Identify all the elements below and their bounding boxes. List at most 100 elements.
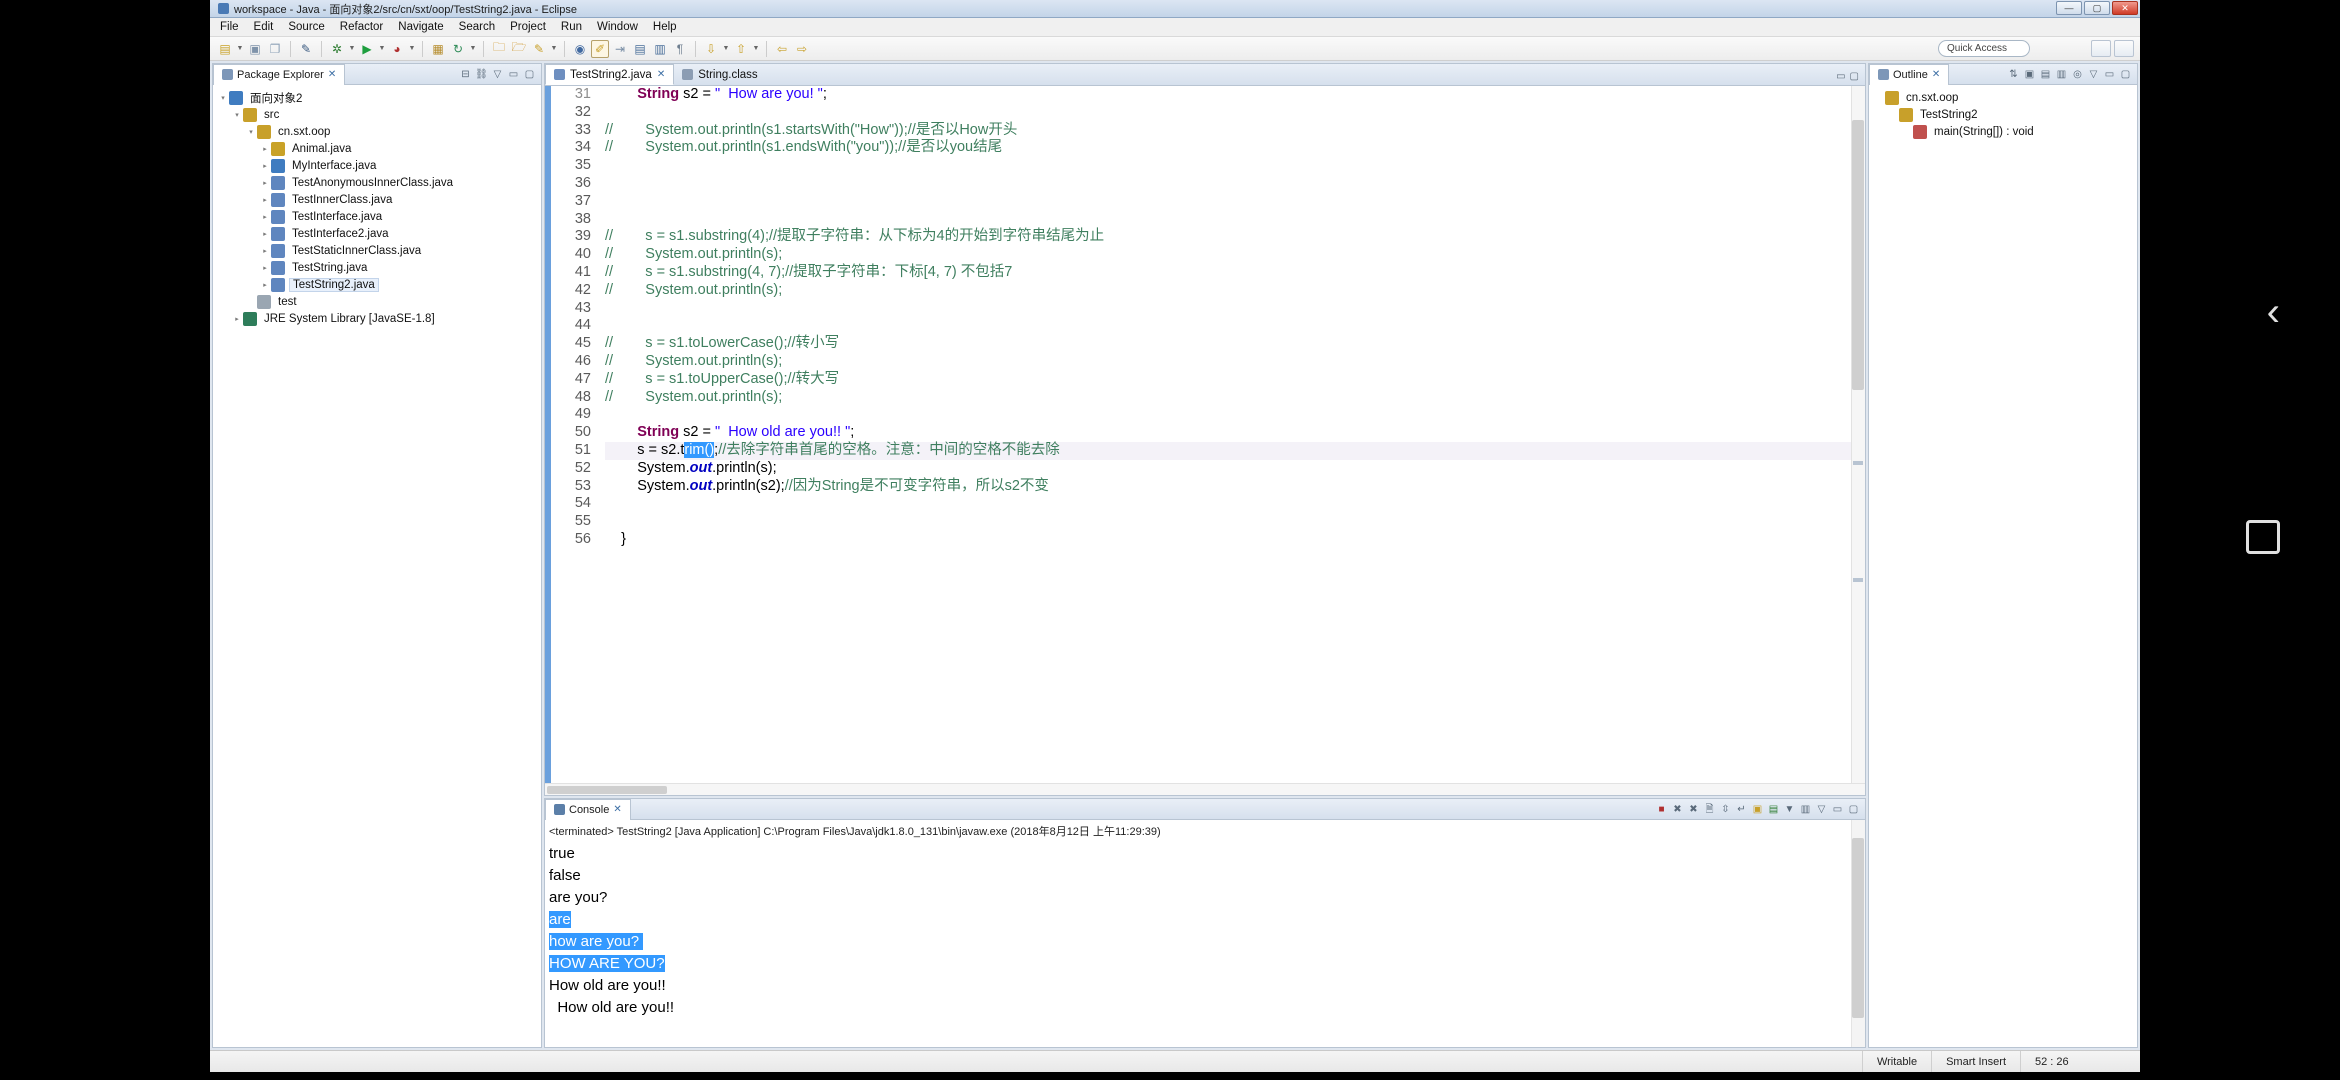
minimize-icon[interactable]: ▭ xyxy=(2103,68,2116,81)
menu-file[interactable]: File xyxy=(220,21,239,33)
console-body[interactable]: <terminated> TestString2 [Java Applicati… xyxy=(545,820,1865,1047)
chevron-down-icon[interactable]: ▾ xyxy=(245,128,257,136)
menu-search[interactable]: Search xyxy=(459,21,495,33)
search-dropdown-icon[interactable]: ▼ xyxy=(550,45,558,52)
next-edit-icon[interactable]: ⇩ xyxy=(702,40,720,58)
open-folder-icon[interactable]: 🗀 xyxy=(490,40,508,58)
menu-run[interactable]: Run xyxy=(561,21,582,33)
editor-toolbar[interactable]: ▭ ▢ xyxy=(1836,71,1865,85)
window-controls[interactable]: — ▢ ✕ xyxy=(2056,1,2138,15)
scrollbar-thumb[interactable] xyxy=(547,786,667,794)
close-icon[interactable]: ✕ xyxy=(613,804,621,815)
remove-launch-icon[interactable]: ✖ xyxy=(1671,803,1684,816)
package-explorer-toolbar[interactable]: ⊟ ⛓ ▽ ▭ ▢ xyxy=(459,68,541,81)
chevron-right-icon[interactable]: ▸ xyxy=(259,196,271,204)
editor-tabbar[interactable]: TestString2.java ✕ String.class ▭ ▢ xyxy=(545,64,1865,86)
code-line[interactable] xyxy=(605,175,1865,193)
overview-marker[interactable] xyxy=(1853,461,1863,465)
editor-tab-stringclass[interactable]: String.class xyxy=(674,64,765,85)
code-line[interactable] xyxy=(605,211,1865,229)
recent-apps-icon[interactable] xyxy=(2246,520,2280,554)
tree-item-jre-system-library-javase-1-8[interactable]: ▸JRE System Library [JavaSE-1.8] xyxy=(217,310,541,327)
hide-static-icon[interactable]: ▤ xyxy=(2039,68,2052,81)
code-line[interactable] xyxy=(605,406,1865,424)
chevron-right-icon[interactable]: ▸ xyxy=(259,264,271,272)
menubar[interactable]: File Edit Source Refactor Navigate Searc… xyxy=(210,18,2140,37)
chevron-right-icon[interactable]: ▸ xyxy=(259,230,271,238)
tree-item-teststaticinnerclass-java[interactable]: ▸TestStaticInnerClass.java xyxy=(217,242,541,259)
open-console-dropdown-icon[interactable]: ▼ xyxy=(1783,803,1796,816)
coverage-dropdown-icon[interactable]: ▼ xyxy=(408,45,416,52)
overview-marker[interactable] xyxy=(1853,578,1863,582)
chevron-right-icon[interactable]: ▸ xyxy=(259,281,271,289)
link-with-editor-icon[interactable]: ⛓ xyxy=(475,68,488,81)
skip-icon[interactable]: ⇥ xyxy=(611,40,629,58)
refresh-icon[interactable]: ↻ xyxy=(449,40,467,58)
code-area[interactable]: 3132333435363738394041424344454647484950… xyxy=(545,86,1865,783)
editor-tab-teststring2[interactable]: TestString2.java ✕ xyxy=(545,64,674,85)
outline-tree[interactable]: cn.sxt.oopTestString2main(String[]) : vo… xyxy=(1869,85,2137,1047)
code-line[interactable] xyxy=(605,193,1865,211)
minimize-icon[interactable]: ▭ xyxy=(1831,803,1844,816)
code-line[interactable]: // s = s1.substring(4, 7);//提取子字符串：下标[4,… xyxy=(605,264,1865,282)
prev-edit-dropdown-icon[interactable]: ▼ xyxy=(752,45,760,52)
new-icon[interactable]: ▤ xyxy=(216,40,234,58)
view-menu-icon[interactable]: ▽ xyxy=(1815,803,1828,816)
tree-item-test[interactable]: test xyxy=(217,293,541,310)
tree-item-testanonymousinnerclass-java[interactable]: ▸TestAnonymousInnerClass.java xyxy=(217,174,541,191)
chevron-down-icon[interactable]: ▾ xyxy=(231,111,243,119)
menu-navigate[interactable]: Navigate xyxy=(398,21,443,33)
code-line[interactable]: // System.out.println(s1.startsWith("How… xyxy=(605,122,1865,140)
code-line[interactable] xyxy=(605,104,1865,122)
menu-icon[interactable] xyxy=(2242,740,2282,768)
main-toolbar[interactable]: ▤ ▼ ▣ ❐ ✎ ✲ ▼ ▶ ▼ ◕ ▼ ▦ ↻ ▼ 🗀 🗁 ✎ ▼ ◉ ✐ … xyxy=(210,37,2140,61)
package-explorer-tree[interactable]: ▾面向对象2▾src▾cn.sxt.oop▸Animal.java▸MyInte… xyxy=(213,85,541,1047)
focus-icon[interactable]: ◎ xyxy=(2071,68,2084,81)
outline-tabbar[interactable]: Outline ✕ ⇅ ▣ ▤ ▥ ◎ ▽ ▭ ▢ xyxy=(1869,64,2137,85)
menu-source[interactable]: Source xyxy=(288,21,324,33)
code-line[interactable]: System.out.println(s); xyxy=(605,460,1865,478)
tree-item-main-string-void[interactable]: main(String[]) : void xyxy=(1873,123,2137,140)
sort-icon[interactable]: ⇅ xyxy=(2007,68,2020,81)
open-type-icon[interactable]: 🗁 xyxy=(510,40,528,58)
menu-refactor[interactable]: Refactor xyxy=(340,21,383,33)
tree-item-myinterface-java[interactable]: ▸MyInterface.java xyxy=(217,157,541,174)
perspective-java-icon[interactable] xyxy=(2091,40,2111,57)
tree-item-testinnerclass-java[interactable]: ▸TestInnerClass.java xyxy=(217,191,541,208)
new-console-view-icon[interactable]: ▥ xyxy=(1799,803,1812,816)
pin-console-icon[interactable]: ▣ xyxy=(1751,803,1764,816)
close-icon[interactable]: ✕ xyxy=(328,69,336,80)
next-edit-dropdown-icon[interactable]: ▼ xyxy=(722,45,730,52)
code-line[interactable]: } xyxy=(605,531,1865,549)
minimize-icon[interactable]: ▭ xyxy=(1836,71,1845,82)
display-selected-console-icon[interactable]: ▤ xyxy=(1767,803,1780,816)
menu-project[interactable]: Project xyxy=(510,21,546,33)
tab-outline[interactable]: Outline ✕ xyxy=(1869,64,1949,85)
scrollbar-thumb[interactable] xyxy=(1852,120,1864,390)
tree-item-teststring2[interactable]: TestString2 xyxy=(1873,106,2137,123)
pilcrow-icon[interactable]: ¶ xyxy=(671,40,689,58)
tree-item-testinterface-java[interactable]: ▸TestInterface.java xyxy=(217,208,541,225)
run-dropdown-icon[interactable]: ▼ xyxy=(378,45,386,52)
collapse-all-icon[interactable]: ⊟ xyxy=(459,68,472,81)
menu-edit[interactable]: Edit xyxy=(254,21,274,33)
code-line[interactable]: System.out.println(s2);//因为String是不可变字符串… xyxy=(605,478,1865,496)
refresh-dropdown-icon[interactable]: ▼ xyxy=(469,45,477,52)
console-tabbar[interactable]: Console ✕ ■ ✖ ✖ 🗎 ⇳ ↵ ▣ ▤ ▼ xyxy=(545,799,1865,820)
tree-item-teststring-java[interactable]: ▸TestString.java xyxy=(217,259,541,276)
view-menu-icon[interactable]: ▽ xyxy=(2087,68,2100,81)
tree-item-testinterface2-java[interactable]: ▸TestInterface2.java xyxy=(217,225,541,242)
maximize-icon[interactable]: ▢ xyxy=(523,68,536,81)
maximize-icon[interactable]: ▢ xyxy=(2119,68,2132,81)
menu-window[interactable]: Window xyxy=(597,21,638,33)
forward-icon[interactable]: ⇨ xyxy=(793,40,811,58)
close-icon[interactable]: ✕ xyxy=(657,69,665,80)
minimize-button[interactable]: — xyxy=(2056,1,2082,15)
chevron-right-icon[interactable]: ▸ xyxy=(259,162,271,170)
new-dropdown-icon[interactable]: ▼ xyxy=(236,45,244,52)
code-line[interactable] xyxy=(605,300,1865,318)
back-icon[interactable]: ⇦ xyxy=(773,40,791,58)
tab-console[interactable]: Console ✕ xyxy=(545,799,631,820)
save-all-icon[interactable]: ❐ xyxy=(266,40,284,58)
debug-icon[interactable]: ✲ xyxy=(328,40,346,58)
